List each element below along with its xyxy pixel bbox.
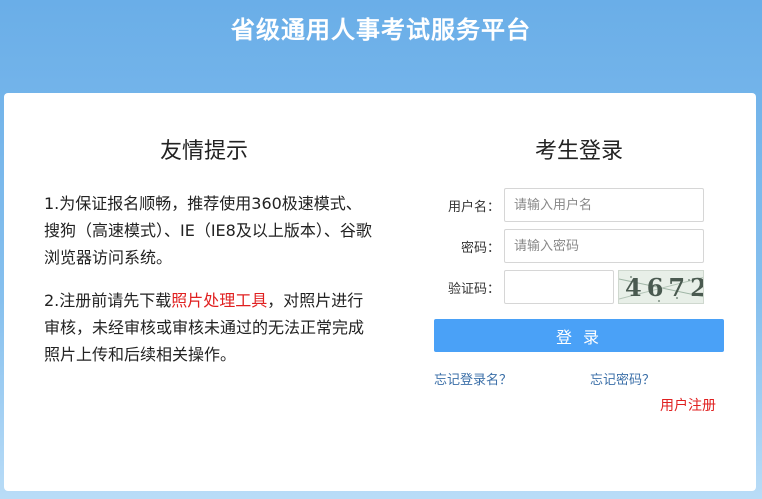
tips-title: 友情提示	[159, 139, 248, 164]
username-input[interactable]	[504, 188, 704, 222]
password-row: 密码：	[434, 229, 704, 263]
tip-item-1: 1.为保证报名顺畅，推荐使用360极速模式、搜狗（高速模式）、IE（IE8及以上…	[44, 194, 372, 267]
forgot-username-link[interactable]: 忘记登录名？	[434, 369, 512, 388]
tips-content: 1.为保证报名顺畅，推荐使用360极速模式、搜狗（高速模式）、IE（IE8及以上…	[44, 190, 374, 384]
captcha-label: 验证码：	[447, 281, 500, 297]
login-title: 考生登录	[534, 139, 623, 164]
forgot-password-link[interactable]: 忘记密码？	[590, 369, 655, 388]
tip-item-2-text-before: 2.注册前请先下载	[44, 291, 172, 310]
photo-tool-download-link[interactable]: 照片处理工具	[171, 291, 267, 310]
login-button[interactable]: 登 录	[434, 319, 724, 352]
tip-item-2: 2.注册前请先下载照片处理工具，对照片进行审核，未经审核或审核未通过的无法正常完…	[44, 287, 374, 368]
captcha-image[interactable]: 4672	[618, 270, 704, 304]
username-row: 用户名：	[434, 188, 704, 222]
password-label: 密码：	[460, 240, 500, 256]
register-link[interactable]: 用户注册	[660, 395, 716, 415]
page-title: 省级通用人事考试服务平台	[231, 16, 531, 44]
captcha-input[interactable]	[504, 270, 614, 304]
captcha-row: 验证码： 4672	[434, 270, 704, 304]
captcha-code: 4672	[625, 273, 704, 302]
username-label: 用户名：	[447, 199, 500, 215]
main-card: 友情提示 1.为保证报名顺畅，推荐使用360极速模式、搜狗（高速模式）、IE（I…	[4, 93, 756, 491]
password-input[interactable]	[504, 229, 704, 263]
